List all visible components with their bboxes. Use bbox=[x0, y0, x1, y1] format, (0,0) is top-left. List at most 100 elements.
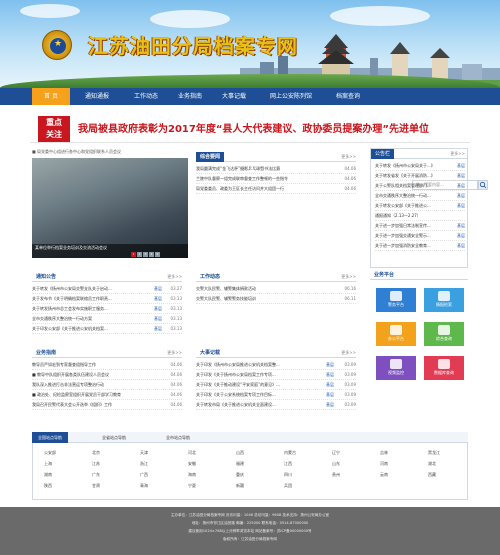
service-tile-query[interactable]: 综合查询 bbox=[424, 322, 464, 346]
site-link[interactable]: 安徽 bbox=[188, 461, 196, 467]
site-link[interactable]: 兵团 bbox=[284, 483, 292, 489]
list-item[interactable]: 全市交通秩序大整治统一行动方案 基层 03.13 bbox=[32, 314, 182, 324]
work-more-link[interactable]: 更多>> bbox=[341, 274, 356, 280]
site-link[interactable]: 天津 bbox=[140, 450, 148, 456]
service-tile-database[interactable]: 数据库查询 bbox=[424, 356, 464, 380]
sidebar-more-link[interactable]: 更多>> bbox=[450, 151, 465, 157]
site-link[interactable]: 湖南 bbox=[44, 472, 52, 478]
site-link[interactable]: 海南 bbox=[188, 472, 196, 478]
site-link[interactable]: 云南 bbox=[380, 472, 388, 478]
bell-icon bbox=[438, 359, 450, 369]
list-item[interactable]: 我局圆满完成“金飞达杯”摄影乒乓球暨书法比赛 04.06 bbox=[196, 164, 356, 174]
service-tile-office[interactable]: 办公平台 bbox=[376, 322, 416, 346]
site-link[interactable]: 广西 bbox=[140, 472, 148, 478]
list-item[interactable]: 交警大队民警、辅警集体捐款活动 06.16 bbox=[196, 284, 356, 294]
service-tile-intel-search[interactable]: 情报检索 bbox=[424, 288, 464, 312]
news-more-link[interactable]: 更多>> bbox=[341, 154, 356, 160]
site-link[interactable]: 河南 bbox=[380, 461, 388, 467]
events-more-link[interactable]: 更多>> bbox=[341, 350, 356, 356]
site-link[interactable]: 河北 bbox=[188, 450, 196, 456]
slideshow-caption[interactable]: 某单位举行档案业务培训及交流活动会议 12345 bbox=[32, 244, 188, 258]
nav-item-notices[interactable]: 通知通报 bbox=[72, 88, 122, 105]
site-link[interactable]: 青海 bbox=[140, 483, 148, 489]
cloud-decoration bbox=[20, 4, 80, 18]
list-item[interactable]: 关于进一步加强交通安全警示... 基层 bbox=[375, 231, 465, 241]
list-item[interactable]: 交警大队民警、辅警警务技能培训 06.11 bbox=[196, 294, 356, 304]
list-item[interactable]: 关于印发《关于扬州市公安局档案工作专项... 基层 03.09 bbox=[196, 370, 356, 380]
site-link[interactable]: 内蒙古 bbox=[284, 450, 296, 456]
site-link[interactable]: 江西 bbox=[284, 461, 292, 467]
nav-item-home[interactable]: 首 页 bbox=[32, 88, 70, 105]
list-item[interactable]: 关于进一步加强日常法制宣传... 基层 bbox=[375, 221, 465, 231]
scrolling-news[interactable]: ■ 局党委中心组进行各中心和党组织联系人员会议 bbox=[32, 148, 182, 156]
nav-item-museum[interactable]: 网上公安陈列馆 bbox=[258, 88, 324, 105]
list-item[interactable]: ■ 教导中队组织开展各类队伍建设人员会议 04.06 bbox=[32, 370, 182, 380]
site-link[interactable]: 陕西 bbox=[44, 483, 52, 489]
list-item[interactable]: 兰陵中队督察一组完成联审督查工作整顿的一些指令 04.06 bbox=[196, 174, 356, 184]
site-link[interactable]: 甘肃 bbox=[92, 483, 100, 489]
service-tile-police-platform[interactable]: 警务平台 bbox=[376, 288, 416, 312]
list-item[interactable]: 关于公警队相关档案管理部门... 基层 bbox=[375, 181, 465, 191]
site-link[interactable]: 贵州 bbox=[332, 472, 340, 478]
tab-national-sites[interactable]: 全国站点导航 bbox=[32, 432, 68, 443]
site-link[interactable]: 吉林 bbox=[380, 450, 388, 456]
pager-dot[interactable]: 3 bbox=[143, 252, 148, 257]
list-item[interactable]: 关于转发《扬州市公安局关于...》 基层 bbox=[375, 161, 465, 171]
list-item[interactable]: 关于印发《关于推动建设“平安家庭”的意见》... 基层 03.09 bbox=[196, 380, 356, 390]
site-link[interactable]: 新疆 bbox=[236, 483, 244, 489]
site-link[interactable]: 重庆 bbox=[236, 472, 244, 478]
site-link[interactable]: 山西 bbox=[236, 450, 244, 456]
tab-province-sites[interactable]: 全省站点导航 bbox=[96, 432, 132, 443]
site-link[interactable]: 浙江 bbox=[140, 461, 148, 467]
list-item[interactable]: 关于转发省发《关于开展消防...》 基层 bbox=[375, 171, 465, 181]
site-link[interactable]: 黑龙江 bbox=[428, 450, 440, 456]
pager-dot[interactable]: 4 bbox=[149, 252, 154, 257]
list-item[interactable]: 关于进一步加强消防安全教育... 基层 bbox=[375, 241, 465, 251]
service-tile-video[interactable]: 视频监控 bbox=[376, 356, 416, 380]
site-link[interactable]: 江苏 bbox=[92, 461, 100, 467]
sidebar-notice-title: 公告栏 bbox=[371, 149, 395, 159]
site-link[interactable]: 四川 bbox=[284, 472, 292, 478]
list-item[interactable]: 关于转发扬州市总工会发布实施职工服务... 基层 03.13 bbox=[32, 304, 182, 314]
events-list: 关于印发《扬州市公安局推进公安机关档案整... 基层 03.09 关于印发《关于扬州… bbox=[196, 360, 356, 410]
list-item[interactable]: 关于转发《扬州市公安局交警支队关于启动... 基层 03.27 bbox=[32, 284, 182, 294]
list-item[interactable]: 关于印发《扬州市公安局推进公安机关档案整... 基层 03.09 bbox=[196, 360, 356, 370]
notice-more-link[interactable]: 更多>> bbox=[167, 274, 182, 280]
list-item[interactable]: 关于转发公安部《关于推进公... 基层 bbox=[375, 201, 465, 211]
nav-item-archive-search[interactable]: 档案查询 bbox=[326, 88, 370, 105]
site-link[interactable]: 广东 bbox=[92, 472, 100, 478]
site-link[interactable]: 公安部 bbox=[44, 450, 56, 456]
pager-dot[interactable]: 1 bbox=[131, 252, 136, 257]
pager-dot[interactable]: 5 bbox=[155, 252, 160, 257]
list-item[interactable]: 关于转发市局《关于推进公安机关全面建设... 基层 03.09 bbox=[196, 400, 356, 410]
list-item[interactable]: 通报通知（2.13—2.27） bbox=[375, 211, 465, 221]
site-link[interactable]: 山东 bbox=[332, 461, 340, 467]
list-item[interactable]: ■ 政治处、纪检监察室组织开展党员干部学习教育 04.06 bbox=[32, 390, 182, 400]
pager-dot[interactable]: 2 bbox=[137, 252, 142, 257]
list-item[interactable]: 我局召开民警代表大会公开选举《组织》工作 04.06 bbox=[32, 400, 182, 410]
site-link[interactable]: 湖北 bbox=[428, 461, 436, 467]
site-link[interactable]: 西藏 bbox=[428, 472, 436, 478]
list-item[interactable]: 关于印发公安部《关于推进公安机关档案... 基层 03.13 bbox=[32, 324, 182, 334]
headline-link[interactable]: 我局被县政府表彰为2017年度“县人大代表建议、政协委员提案办理”先进单位 bbox=[78, 120, 429, 135]
site-link[interactable]: 辽宁 bbox=[332, 450, 340, 456]
tab-city-sites[interactable]: 全市站点导航 bbox=[160, 432, 196, 443]
list-item[interactable]: 关于印发《关于公安系统档案专项工作目标... 基层 03.09 bbox=[196, 390, 356, 400]
list-item[interactable]: 关于发布节《关于明确档案联络员工作职责... 基层 03.13 bbox=[32, 294, 182, 304]
nav-item-work-news[interactable]: 工作动态 bbox=[124, 88, 168, 105]
nav-item-guide[interactable]: 业务指南 bbox=[168, 88, 212, 105]
guide-more-link[interactable]: 更多>> bbox=[167, 350, 182, 356]
nav-item-events[interactable]: 大事记载 bbox=[212, 88, 256, 105]
search-button[interactable] bbox=[478, 180, 488, 190]
caption-text: 某单位举行档案业务培训及交流活动会议 bbox=[35, 245, 107, 250]
site-link[interactable]: 宁夏 bbox=[188, 483, 196, 489]
slideshow-photo[interactable]: 某单位举行档案业务培训及交流活动会议 12345 bbox=[32, 158, 188, 258]
site-link[interactable]: 上海 bbox=[44, 461, 52, 467]
stamp-line-2: 关注 bbox=[46, 129, 62, 139]
site-link[interactable]: 北京 bbox=[92, 450, 100, 456]
site-link[interactable]: 福建 bbox=[236, 461, 244, 467]
list-item[interactable]: 局党委委员、政委为王区长主任访问并大组团一行 04.06 bbox=[196, 184, 356, 194]
list-item[interactable]: 我队深入推进打击非法营运专项整治行动 04.06 bbox=[32, 380, 182, 390]
list-item[interactable]: 全市交通秩序大整治统一行动... 基层 bbox=[375, 191, 465, 201]
list-item[interactable]: 教导员严如宏到专家督查组指导工作 04.06 bbox=[32, 360, 182, 370]
